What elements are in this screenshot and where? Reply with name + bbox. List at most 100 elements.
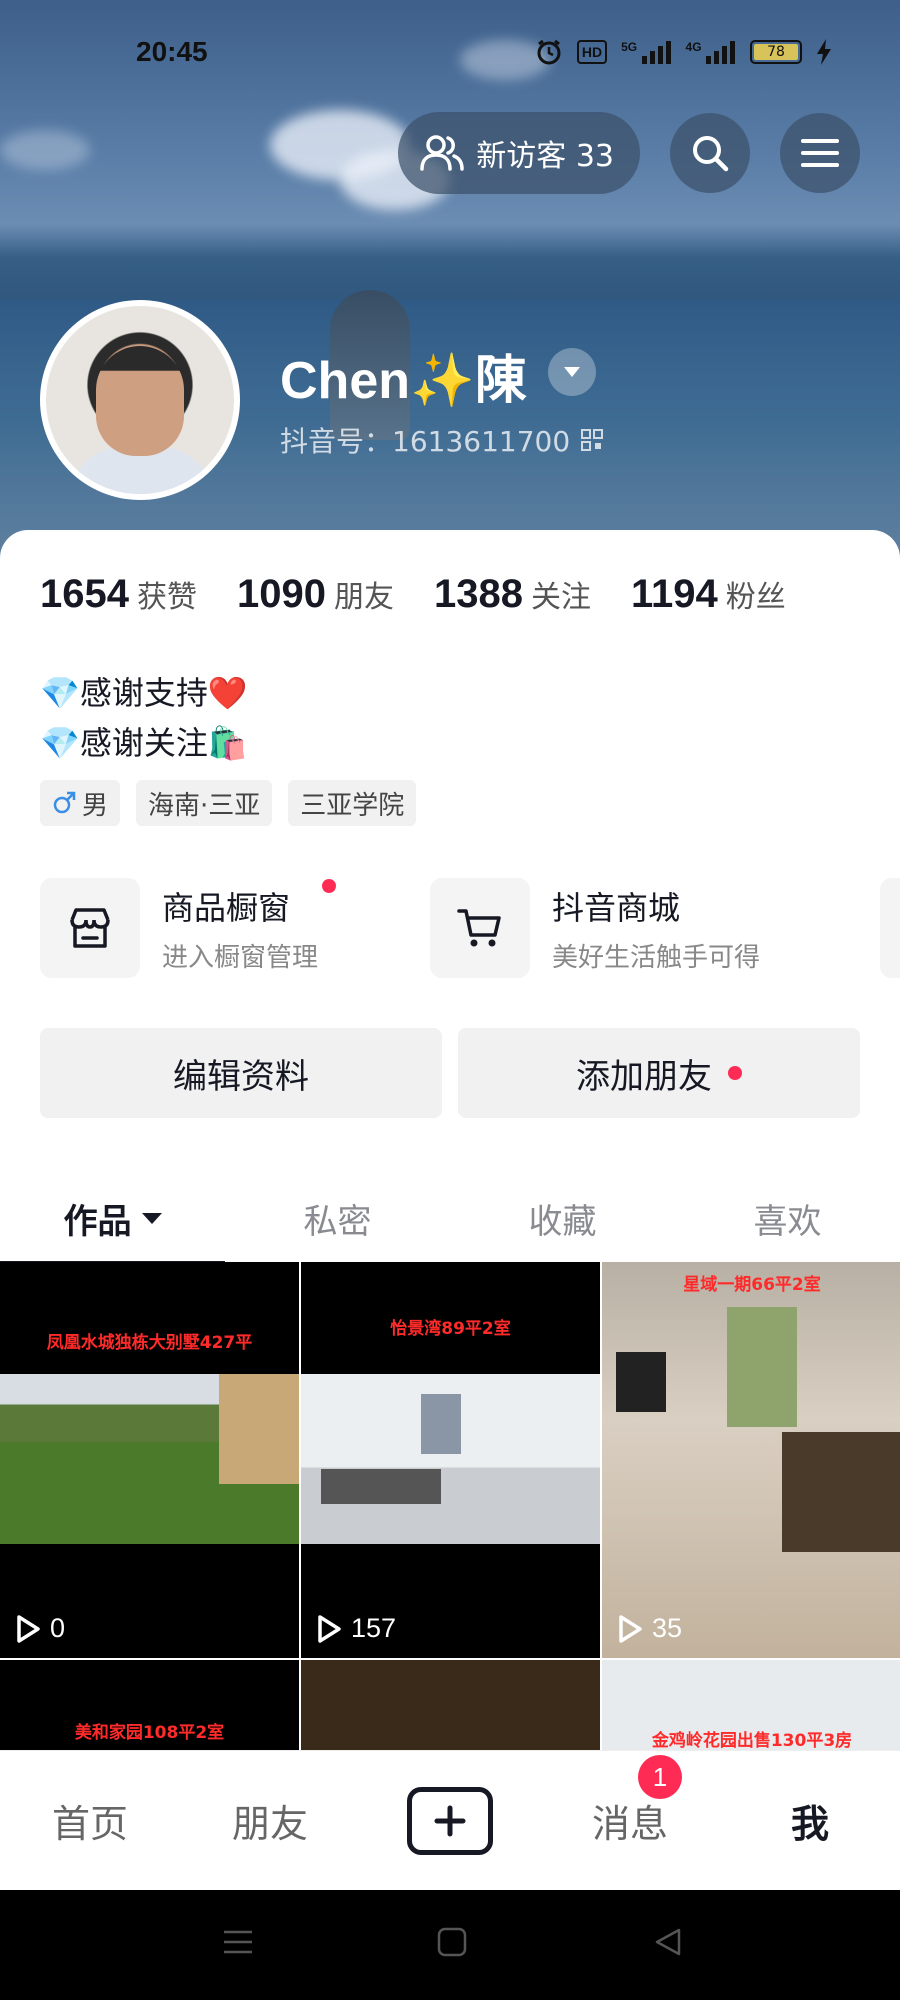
create-button[interactable] — [407, 1786, 493, 1855]
douyin-id[interactable]: 抖音号：1613611700 — [280, 420, 604, 460]
menu-button[interactable] — [780, 113, 860, 193]
messages-badge: 1 — [638, 1755, 682, 1799]
nav-me[interactable]: 我 — [720, 1793, 900, 1848]
account-switch-button[interactable] — [548, 348, 596, 396]
banner-cloud — [0, 130, 90, 170]
video-grid: 凤凰水城独栋大别墅427平 0 怡景湾89平2室 157 星域一期66平2室 3… — [0, 1262, 900, 1750]
add-friend-button[interactable]: 添加朋友 — [458, 1028, 860, 1118]
search-icon — [693, 136, 729, 172]
service-mall[interactable]: 抖音商城 美好生活触手可得 — [430, 878, 760, 978]
tab-favorites[interactable]: 收藏 — [450, 1170, 675, 1266]
video-thumbnail[interactable]: 凤凰水城独栋大别墅427平 0 — [0, 1262, 299, 1658]
video-thumbnail[interactable]: 美和家园108平2室 — [0, 1660, 299, 1750]
service-mall-subtitle: 美好生活触手可得 — [552, 942, 761, 973]
services-row: 商品橱窗 进入橱窗管理 抖音商城 美好生活触手可得 — [40, 878, 900, 978]
tag-gender: 男 — [40, 780, 121, 826]
visitors-icon — [420, 135, 465, 171]
back-icon[interactable] — [652, 1926, 684, 1958]
video-photo — [301, 1374, 600, 1544]
recent-apps-icon[interactable] — [222, 1926, 254, 1958]
tab-likes[interactable]: 喜欢 — [675, 1170, 900, 1266]
stat-likes-label: 获赞 — [136, 580, 197, 615]
service-showcase-subtitle: 进入橱窗管理 — [162, 942, 319, 973]
hd-icon: HD — [576, 40, 608, 64]
stat-friends[interactable]: 1090 朋友 — [237, 572, 394, 617]
bottom-nav: 首页 朋友 消息 1 我 — [0, 1750, 900, 1890]
nav-messages-label: 消息 — [591, 1802, 668, 1846]
bio[interactable]: 💎感谢支持❤️ 💎感谢关注🛍️ — [40, 668, 248, 768]
video-thumbnail[interactable]: 星域一期66平2室 35 — [602, 1262, 900, 1658]
storefront-icon — [40, 878, 140, 978]
profile-tags: 男 海南·三亚 三亚学院 — [40, 780, 417, 826]
video-thumbnail[interactable] — [301, 1660, 600, 1750]
stats-row: 1654 获赞 1090 朋友 1388 关注 1194 粉丝 — [40, 572, 786, 617]
content-tabs: 作品 私密 收藏 喜欢 — [0, 1170, 900, 1266]
video-view-count: 35 — [652, 1613, 683, 1643]
tab-works[interactable]: 作品 — [0, 1170, 225, 1266]
video-views: 157 — [315, 1613, 396, 1644]
stat-likes[interactable]: 1654 获赞 — [40, 572, 197, 617]
video-title: 美和家园108平2室 — [74, 1723, 225, 1743]
stat-following[interactable]: 1388 关注 — [434, 572, 591, 617]
profile-card: 1654 获赞 1090 朋友 1388 关注 1194 粉丝 💎感谢支持❤️ … — [0, 530, 900, 1750]
video-photo — [0, 1374, 299, 1544]
tab-works-label: 作品 — [63, 1201, 132, 1242]
charging-icon — [817, 39, 831, 65]
bio-line-2: 💎感谢关注🛍️ — [40, 724, 248, 762]
tab-private[interactable]: 私密 — [225, 1170, 450, 1266]
home-icon[interactable] — [436, 1926, 468, 1958]
play-icon — [17, 1614, 40, 1643]
alarm-icon — [537, 39, 561, 65]
video-thumbnail[interactable]: 怡景湾89平2室 157 — [301, 1262, 600, 1658]
nav-home[interactable]: 首页 — [0, 1793, 180, 1848]
signal-4g-icon: 4G — [686, 40, 736, 64]
chevron-down-icon — [564, 367, 580, 377]
bio-line-1: 💎感谢支持❤️ — [40, 674, 248, 712]
stat-likes-value: 1654 — [40, 572, 129, 616]
notification-dot — [728, 1066, 742, 1080]
video-title: 凤凰水城独栋大别墅427平 — [46, 1333, 253, 1353]
service-showcase[interactable]: 商品橱窗 进入橱窗管理 — [40, 878, 337, 978]
play-icon — [619, 1614, 642, 1643]
hamburger-menu-icon — [801, 139, 839, 167]
edit-profile-button[interactable]: 编辑资料 — [40, 1028, 442, 1118]
video-title: 金鸡岭花园出售130平3房 — [651, 1731, 853, 1750]
douyin-id-label: 抖音号：1613611700 — [280, 425, 571, 458]
stat-followers-value: 1194 — [630, 572, 718, 616]
nav-friends[interactable]: 朋友 — [180, 1793, 360, 1848]
tag-gender-label: 男 — [82, 790, 109, 821]
shopping-cart-icon — [430, 878, 530, 978]
status-bar: 20:45 HD 5G 4G 78 — [0, 0, 900, 110]
new-visitors-button[interactable]: 新访客 33 — [398, 112, 640, 194]
video-views: 0 — [14, 1613, 65, 1644]
stat-following-label: 关注 — [530, 580, 591, 615]
status-time: 20:45 — [136, 36, 208, 67]
battery-icon: 78 — [750, 40, 802, 64]
notification-dot — [322, 878, 337, 893]
plus-icon — [434, 1805, 466, 1836]
avatar[interactable] — [40, 300, 240, 500]
video-view-count: 0 — [50, 1613, 66, 1643]
video-thumbnail[interactable]: 金鸡岭花园出售130平3房 — [602, 1660, 900, 1750]
stat-followers[interactable]: 1194 粉丝 — [631, 572, 786, 617]
add-friend-label: 添加朋友 — [576, 1056, 712, 1097]
status-icons: HD 5G 4G 78 — [535, 38, 832, 66]
male-icon — [53, 791, 76, 814]
tag-school: 三亚学院 — [288, 780, 417, 826]
system-nav-bar — [0, 1890, 900, 2000]
top-actions: 新访客 33 — [398, 112, 860, 194]
service-mall-title: 抖音商城 — [552, 888, 681, 927]
nav-messages[interactable]: 消息 1 — [540, 1755, 720, 1848]
edit-profile-label: 编辑资料 — [173, 1056, 309, 1097]
service-more-card[interactable] — [880, 878, 900, 978]
nav-create[interactable] — [360, 1786, 540, 1855]
caret-down-icon — [141, 1212, 162, 1224]
video-title: 怡景湾89平2室 — [390, 1319, 511, 1339]
search-button[interactable] — [670, 113, 750, 193]
tag-location: 海南·三亚 — [136, 780, 273, 826]
play-icon — [318, 1614, 341, 1643]
user-name[interactable]: Chen✨陳 — [280, 338, 527, 413]
video-views: 35 — [616, 1613, 682, 1644]
stat-followers-label: 粉丝 — [725, 580, 786, 615]
action-buttons: 编辑资料 添加朋友 — [40, 1028, 860, 1118]
